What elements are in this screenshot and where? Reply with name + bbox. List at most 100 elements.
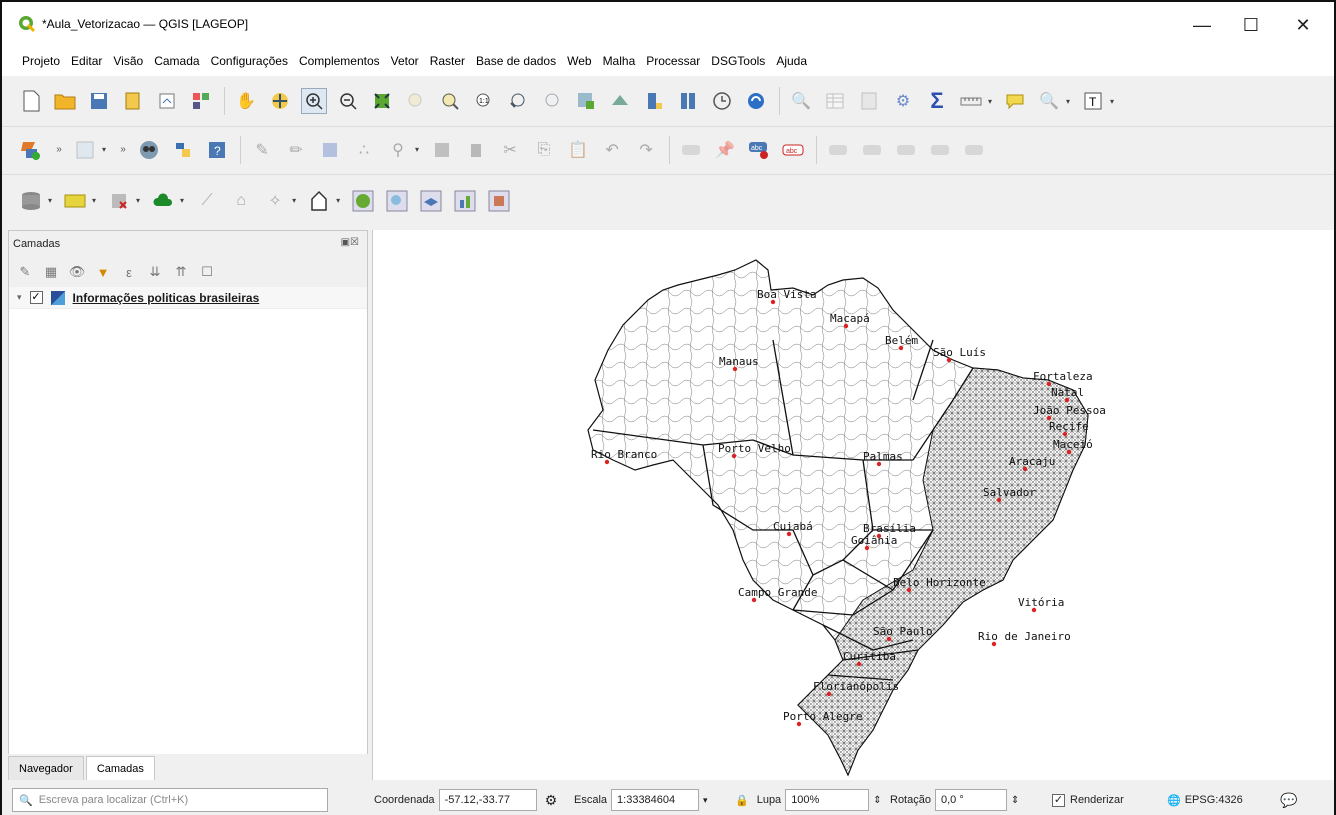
menu-vetor[interactable]: Vetor [391,54,419,68]
vertex-tool-icon[interactable]: ⚲ [385,137,411,163]
map-canvas[interactable]: Boa Vista Macapá Belém São Luís Manaus Fortal… [372,230,1334,780]
menu-complementos[interactable]: Complementos [299,54,380,68]
menu-web[interactable]: Web [567,54,591,68]
maximize-button[interactable]: ☐ [1228,10,1274,40]
add-group-icon[interactable]: ▦ [43,264,59,280]
python-console-icon[interactable] [170,137,196,163]
vertex-dropdown-icon[interactable]: ▾ [415,145,419,154]
close-button[interactable]: ✕ [1280,10,1326,40]
save-edits-icon[interactable] [317,137,343,163]
layer-labeling-options-icon[interactable]: abc [746,137,772,163]
identify-features-icon[interactable]: 🔍 [788,88,814,114]
filter-expression-icon[interactable]: ε [121,264,137,280]
save-project-icon[interactable] [86,88,112,114]
scale-field[interactable]: 1:33384604 [611,789,700,811]
render-checkbox[interactable]: ✓ [1052,793,1065,807]
toggle-extents-icon[interactable]: ⚙ [545,792,558,809]
show-bookmarks-icon[interactable] [675,88,701,114]
new-print-layout-icon[interactable] [120,88,146,114]
menu-dsgtools[interactable]: DSGTools [711,54,765,68]
open-attribute-table-icon[interactable] [822,88,848,114]
zoom-last-icon[interactable] [505,88,531,114]
annotation-dropdown-icon[interactable]: ▾ [1110,97,1114,106]
locator-dropdown-icon[interactable]: ▾ [1066,97,1070,106]
cloud-plugin-icon[interactable] [150,188,176,214]
crs-group[interactable]: 🌐 EPSG:4326 [1167,789,1243,811]
rotation-spin-icon[interactable]: ⇕ [1011,795,1019,806]
pan-map-icon[interactable]: ✋ [233,88,259,114]
select-features-icon[interactable] [72,137,98,163]
expand-chevron-icon[interactable]: ▾ [17,292,22,303]
polygon-tag-icon[interactable] [306,188,332,214]
zoom-native-resolution-icon[interactable]: 1:1 [471,88,497,114]
locator-icon[interactable]: 🔍 [1036,88,1062,114]
zoom-in-icon[interactable] [301,88,327,114]
menu-ajuda[interactable]: Ajuda [776,54,807,68]
undo-icon[interactable]: ↶ [599,137,625,163]
menu-configuracoes[interactable]: Configurações [211,54,288,68]
modify-attributes-icon[interactable] [429,137,455,163]
new-3d-map-view-icon[interactable] [607,88,633,114]
messages-icon[interactable]: 💬 [1280,789,1297,811]
pan-to-selection-icon[interactable] [267,88,293,114]
toolbox-icon[interactable]: ⚙ [890,88,916,114]
crs-label[interactable]: EPSG:4326 [1185,794,1243,806]
cut-features-icon[interactable]: ✂ [497,137,523,163]
new-layer-dropdown-icon[interactable]: ▾ [92,196,96,205]
layout-manager-icon[interactable] [154,88,180,114]
tab-camadas[interactable]: Camadas [85,756,155,780]
menu-camada[interactable]: Camada [154,54,199,68]
rotation-field[interactable]: 0,0 ° [934,789,1007,811]
style-panel-icon[interactable]: ✎ [17,264,33,280]
menu-editar[interactable]: Editar [71,54,102,68]
paste-features-icon[interactable]: 📋 [565,137,591,163]
collapse-all-icon[interactable]: ⇈ [173,264,189,280]
menu-projeto[interactable]: Projeto [22,54,60,68]
add-layer-plugin-icon[interactable] [18,137,44,163]
expand-all-icon[interactable]: ⇊ [147,264,163,280]
zoom-out-icon[interactable] [335,88,361,114]
raster-plugin-icon[interactable] [486,188,512,214]
label-properties-icon[interactable] [961,137,987,163]
locator-search-input[interactable]: 🔍 Escreva para localizar (Ctrl+K) [12,788,328,812]
open-project-icon[interactable] [52,88,78,114]
menu-base-de-dados[interactable]: Base de dados [476,54,556,68]
new-layer-icon[interactable] [62,188,88,214]
copy-features-icon[interactable]: ⎘ [531,137,557,163]
zoom-next-icon[interactable] [539,88,565,114]
new-project-icon[interactable] [18,88,44,114]
measure-dropdown-icon[interactable]: ▾ [988,97,992,106]
change-label-icon[interactable] [927,137,953,163]
brazil-map[interactable]: Boa Vista Macapá Belém São Luís Manaus Fortal… [373,230,1335,780]
layers-plugin-icon[interactable] [418,188,444,214]
lock-scale-icon[interactable]: 🔒 [735,794,749,807]
layer-tree-item[interactable]: ▾ ✓ Informações politicas brasileiras [9,287,367,309]
delete-selected-icon[interactable] [463,137,489,163]
quickmapservices-icon[interactable] [136,137,162,163]
zoom-search-plugin-icon[interactable] [384,188,410,214]
measure-line-icon[interactable] [958,88,984,114]
map-tips-icon[interactable] [1002,88,1028,114]
move-label-icon[interactable] [859,137,885,163]
text-annotation-icon[interactable]: T [1080,88,1106,114]
vertex-plugin-dropdown-icon[interactable]: ▾ [292,196,296,205]
datasource-dropdown-icon[interactable]: ▾ [48,196,52,205]
data-source-manager-icon[interactable] [18,188,44,214]
show-hide-labels-icon[interactable] [825,137,851,163]
magnifier-field[interactable]: 100% [785,789,870,811]
rotate-label-icon[interactable] [893,137,919,163]
label-toolbar-icon[interactable] [678,137,704,163]
toolbar-overflow-icon[interactable]: » [52,137,66,163]
open-field-calculator-icon[interactable] [856,88,882,114]
tab-navegador[interactable]: Navegador [8,756,84,780]
filter-legend-icon[interactable]: ▼ [95,264,111,280]
layer-visibility-checkbox[interactable]: ✓ [29,291,43,304]
line-tool-icon[interactable]: ⟋ [194,188,220,214]
globe-plugin-icon[interactable] [350,188,376,214]
remove-layer-icon[interactable] [106,188,132,214]
remove-dropdown-icon[interactable]: ▾ [136,196,140,205]
highlight-labels-icon[interactable]: abc [780,137,806,163]
polygon-dropdown-icon[interactable]: ▾ [336,196,340,205]
home-icon[interactable]: ⌂ [228,188,254,214]
select-dropdown-icon[interactable]: ▾ [102,145,106,154]
